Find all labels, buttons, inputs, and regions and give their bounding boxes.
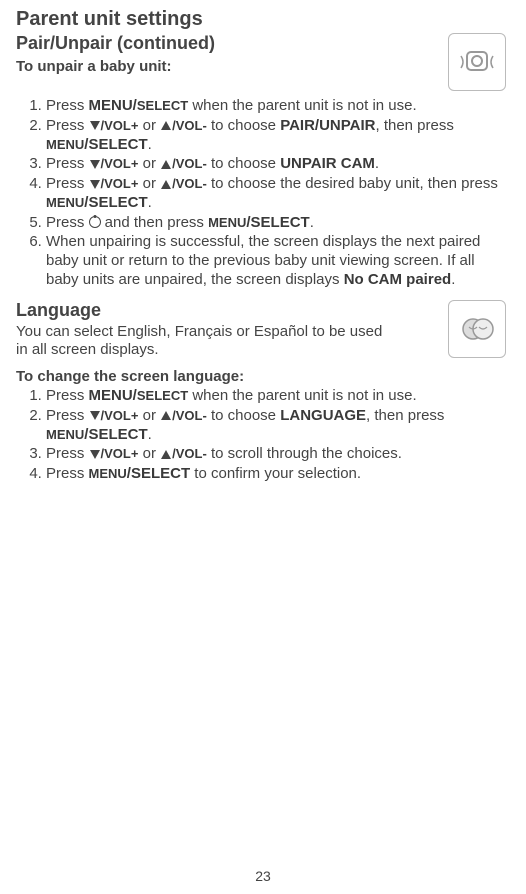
text: SELECT [137,98,188,113]
list-item: Press /VOL+ or /VOL- to choose the desir… [46,175,510,213]
language-steps: Press MENU/SELECT when the parent unit i… [16,387,510,484]
language-intro: You can select English, Français or Espa… [16,323,396,361]
list-item: Press /VOL+ or /VOL- to choose PAIR/UNPA… [46,117,510,155]
subheading-unpair: To unpair a baby unit: [16,58,510,75]
down-arrow-icon [90,411,100,420]
down-arrow-icon [90,121,100,130]
text: Press [46,117,89,134]
list-item: Press /VOL+ or /VOL- to choose LANGUAGE,… [46,407,510,445]
ok-enter-icon [89,216,101,228]
text: /VOL+ [101,176,139,191]
text: Press [46,214,89,231]
text: to choose the desired baby unit, then pr… [207,175,498,192]
text: MENU [89,466,127,481]
text: /VOL+ [101,156,139,171]
text: or [138,117,160,134]
text: /VOL+ [101,446,139,461]
text: and then press [101,214,209,231]
down-arrow-icon [90,180,100,189]
text: Press [46,387,89,404]
subheading-change-language: To change the screen language: [16,368,510,385]
text: /SELECT [84,194,147,211]
text: /VOL+ [101,118,139,133]
up-arrow-icon [161,411,171,420]
text: LANGUAGE [280,407,366,424]
text: . [451,271,455,288]
text: to choose [207,117,280,134]
language-globe-icon [448,300,506,358]
unpair-steps: Press MENU/SELECT when the parent unit i… [16,97,510,290]
text: when the parent unit is not in use. [188,97,416,114]
text: /SELECT [127,465,190,482]
list-item: Press and then press MENU/SELECT. [46,214,510,233]
text: Press [46,155,89,172]
text: MENU/ [89,97,137,114]
list-item: When unpairing is successful, the screen… [46,233,510,289]
text: MENU/ [89,387,137,404]
text: Press [46,445,89,462]
up-arrow-icon [161,180,171,189]
text: /VOL- [172,156,207,171]
page-number: 23 [0,868,526,884]
text: MENU [46,195,84,210]
text: MENU [208,215,246,230]
list-item: Press /VOL+ or /VOL- to choose UNPAIR CA… [46,155,510,174]
text: Press [46,175,89,192]
text: to confirm your selection. [190,465,361,482]
text: /SELECT [84,136,147,153]
text: or [138,445,160,462]
up-arrow-icon [161,160,171,169]
text: to choose [207,155,280,172]
list-item: Press MENU/SELECT to confirm your select… [46,465,510,484]
text: to choose [207,407,280,424]
text: No CAM paired [344,271,452,288]
text: Press [46,97,89,114]
text: . [310,214,314,231]
text: /VOL- [172,408,207,423]
text: when the parent unit is not in use. [188,387,416,404]
text: SELECT [137,388,188,403]
text: /SELECT [84,426,147,443]
section-heading-pair: Pair/Unpair (continued) [16,33,510,54]
text: MENU [46,427,84,442]
section-heading-language: Language [16,300,510,321]
up-arrow-icon [161,450,171,459]
text: . [148,426,152,443]
text: or [138,407,160,424]
page-title: Parent unit settings [16,8,510,31]
text: Press [46,465,89,482]
text: PAIR/UNPAIR [280,117,375,134]
list-item: Press MENU/SELECT when the parent unit i… [46,97,510,116]
text: /VOL- [172,176,207,191]
text: or [138,175,160,192]
text: , then press [366,407,444,424]
list-item: Press MENU/SELECT when the parent unit i… [46,387,510,406]
text: MENU [46,137,84,152]
text: Press [46,407,89,424]
up-arrow-icon [161,121,171,130]
text: or [138,155,160,172]
text: /VOL- [172,118,207,133]
text: , then press [375,117,453,134]
camera-pair-icon [448,33,506,91]
text: /VOL+ [101,408,139,423]
text: to scroll through the choices. [207,445,402,462]
list-item: Press /VOL+ or /VOL- to scroll through t… [46,445,510,464]
down-arrow-icon [90,450,100,459]
down-arrow-icon [90,160,100,169]
text: UNPAIR CAM [280,155,375,172]
text: . [375,155,379,172]
text: . [148,136,152,153]
text: /VOL- [172,446,207,461]
text: . [148,194,152,211]
text: /SELECT [246,214,309,231]
